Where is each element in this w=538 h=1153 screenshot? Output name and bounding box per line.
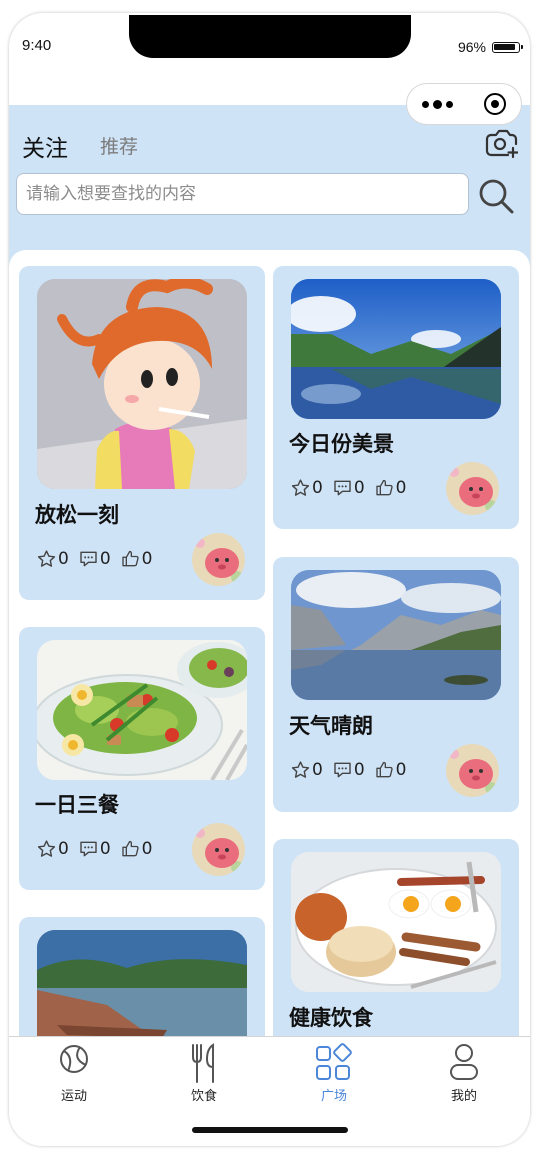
camera-plus-icon[interactable]: [484, 127, 518, 159]
notch: [129, 15, 411, 58]
tab-sport[interactable]: 运动: [9, 1037, 139, 1117]
home-indicator: [192, 1127, 348, 1133]
thumbs-up-icon: [121, 840, 139, 857]
favorite-count: 0: [312, 760, 323, 780]
post-card[interactable]: 天气晴朗 0 0 0: [273, 557, 519, 812]
favorite-stat[interactable]: 0: [36, 839, 69, 859]
search-icon[interactable]: [477, 177, 515, 215]
post-card[interactable]: 今日份美景 0 0 0: [273, 266, 519, 529]
favorite-stat[interactable]: 0: [290, 760, 323, 780]
post-title: 放松一刻: [35, 503, 119, 527]
tab-diet[interactable]: 饮食: [139, 1037, 269, 1117]
author-avatar[interactable]: [192, 823, 245, 876]
close-target-icon[interactable]: [483, 93, 506, 115]
tab-diet-label: 饮食: [190, 1089, 217, 1104]
comment-stat[interactable]: 0: [332, 478, 365, 498]
favorite-count: 0: [58, 549, 69, 569]
like-count: 0: [395, 478, 407, 498]
lake-shore-image: [37, 930, 247, 1037]
tab-square[interactable]: 广场: [269, 1037, 399, 1117]
more-dots-icon[interactable]: [422, 99, 454, 109]
tab-recommend[interactable]: 推荐: [100, 132, 138, 159]
like-stat[interactable]: 0: [120, 839, 153, 859]
post-card[interactable]: [19, 917, 265, 1037]
comment-icon: [334, 480, 351, 496]
like-stat[interactable]: 0: [374, 760, 407, 780]
thumbs-up-icon: [375, 479, 393, 496]
post-title: 天气晴朗: [289, 714, 373, 738]
like-stat[interactable]: 0: [120, 549, 153, 569]
square-grid-icon: [316, 1043, 352, 1080]
comment-icon: [80, 841, 97, 857]
breakfast-image: [291, 852, 501, 992]
favorite-stat[interactable]: 0: [36, 549, 69, 569]
person-icon: [450, 1044, 478, 1080]
favorite-count: 0: [312, 478, 323, 498]
comment-icon: [334, 762, 351, 778]
star-icon: [37, 840, 56, 857]
comment-stat[interactable]: 0: [78, 549, 111, 569]
comment-stat[interactable]: 0: [332, 760, 365, 780]
ball-icon: [60, 1045, 88, 1073]
comment-stat[interactable]: 0: [78, 839, 111, 859]
tab-sport-label: 运动: [60, 1089, 87, 1104]
star-icon: [291, 761, 310, 778]
like-count: 0: [395, 760, 407, 780]
like-stat[interactable]: 0: [374, 478, 407, 498]
post-card[interactable]: 健康饮食: [273, 839, 519, 1037]
tab-mine[interactable]: 我的: [399, 1037, 529, 1117]
star-icon: [291, 479, 310, 496]
search-input[interactable]: [17, 174, 468, 214]
feed-area: 放松一刻 0 0 0 一日三餐 0 0 0 今日份美景 0 0 0 天气晴朗 0…: [9, 250, 530, 1037]
post-stats: 0 0 0: [36, 549, 161, 569]
comment-count: 0: [353, 760, 365, 780]
author-avatar[interactable]: [446, 744, 499, 797]
post-card[interactable]: 放松一刻 0 0 0: [19, 266, 265, 600]
post-title: 健康饮食: [289, 1006, 373, 1030]
tab-follow[interactable]: 关注: [22, 129, 68, 163]
favorite-stat[interactable]: 0: [290, 478, 323, 498]
cartoon-girl-image: [37, 279, 247, 489]
star-icon: [37, 550, 56, 567]
salad-image: [37, 640, 247, 780]
post-stats: 0 0 0: [290, 760, 415, 780]
comment-count: 0: [99, 839, 111, 859]
battery-percent: 96%: [457, 39, 486, 55]
mini-program-capsule: [406, 83, 522, 125]
author-avatar[interactable]: [446, 462, 499, 515]
comment-count: 0: [99, 549, 111, 569]
post-card[interactable]: 一日三餐 0 0 0: [19, 627, 265, 890]
battery-icon: [492, 41, 523, 53]
author-avatar[interactable]: [192, 533, 245, 586]
like-count: 0: [141, 839, 153, 859]
valley-lake-image: [291, 570, 501, 700]
status-battery: 96%: [457, 39, 523, 55]
thumbs-up-icon: [121, 550, 139, 567]
tab-mine-label: 我的: [450, 1089, 477, 1104]
comment-icon: [80, 551, 97, 567]
status-time: 9:40: [22, 37, 52, 54]
post-stats: 0 0 0: [290, 478, 415, 498]
post-stats: 0 0 0: [36, 839, 161, 859]
phone-frame: 9:40 96% 关注 推荐 请输入想要查找的内容 放松一刻 0 0 0 一日三…: [9, 13, 530, 1146]
thumbs-up-icon: [375, 761, 393, 778]
mountain-lake-image: [291, 279, 501, 419]
tab-square-label: 广场: [320, 1089, 347, 1104]
comment-count: 0: [353, 478, 365, 498]
post-title: 一日三餐: [35, 793, 119, 817]
like-count: 0: [141, 549, 153, 569]
post-title: 今日份美景: [289, 432, 394, 456]
utensils-icon: [192, 1043, 214, 1083]
search-field[interactable]: [16, 173, 469, 215]
favorite-count: 0: [58, 839, 69, 859]
